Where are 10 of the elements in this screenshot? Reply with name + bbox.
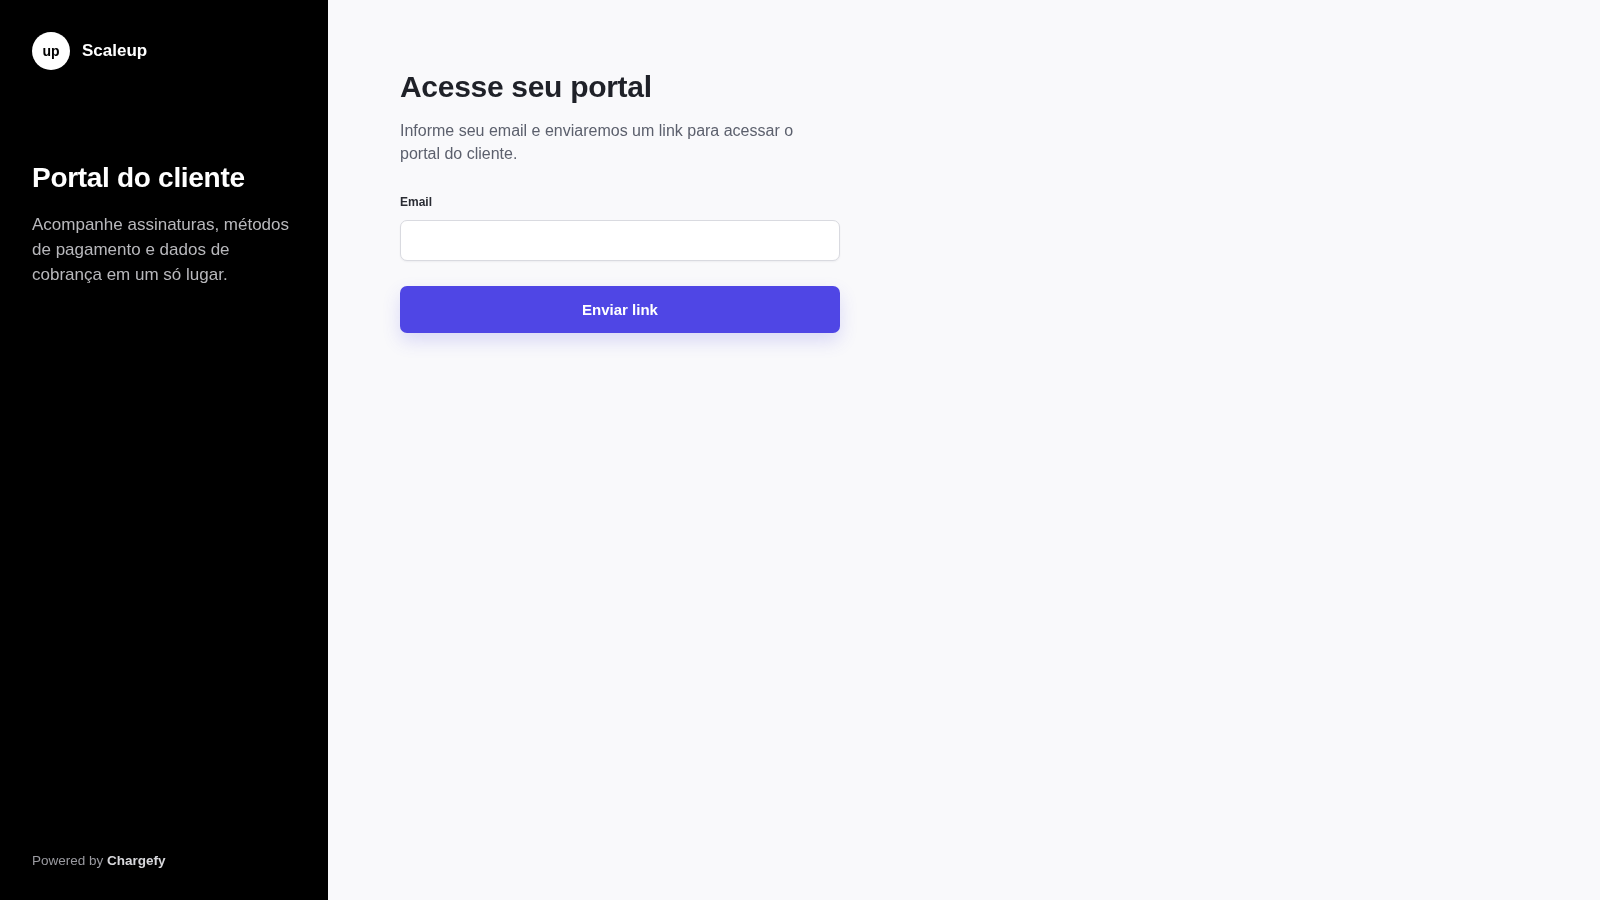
email-label: Email (400, 195, 433, 209)
sidebar-description: Acompanhe assinaturas, métodos de pagamento e dados de cobrança em um só lugar. (32, 214, 291, 286)
page-title: Acesse seu portal (400, 70, 653, 104)
brand-name: Scaleup (82, 41, 148, 61)
page-description: Informe seu email e enviaremos um link para acessar o portal do cliente. (400, 121, 795, 164)
brand-logo: up (32, 32, 70, 70)
email-input[interactable] (400, 220, 840, 261)
powered-by-text: Powered by Chargefy (32, 853, 167, 868)
send-link-button[interactable]: Enviar link (400, 286, 840, 333)
sidebar-title: Portal do cliente (32, 162, 246, 194)
